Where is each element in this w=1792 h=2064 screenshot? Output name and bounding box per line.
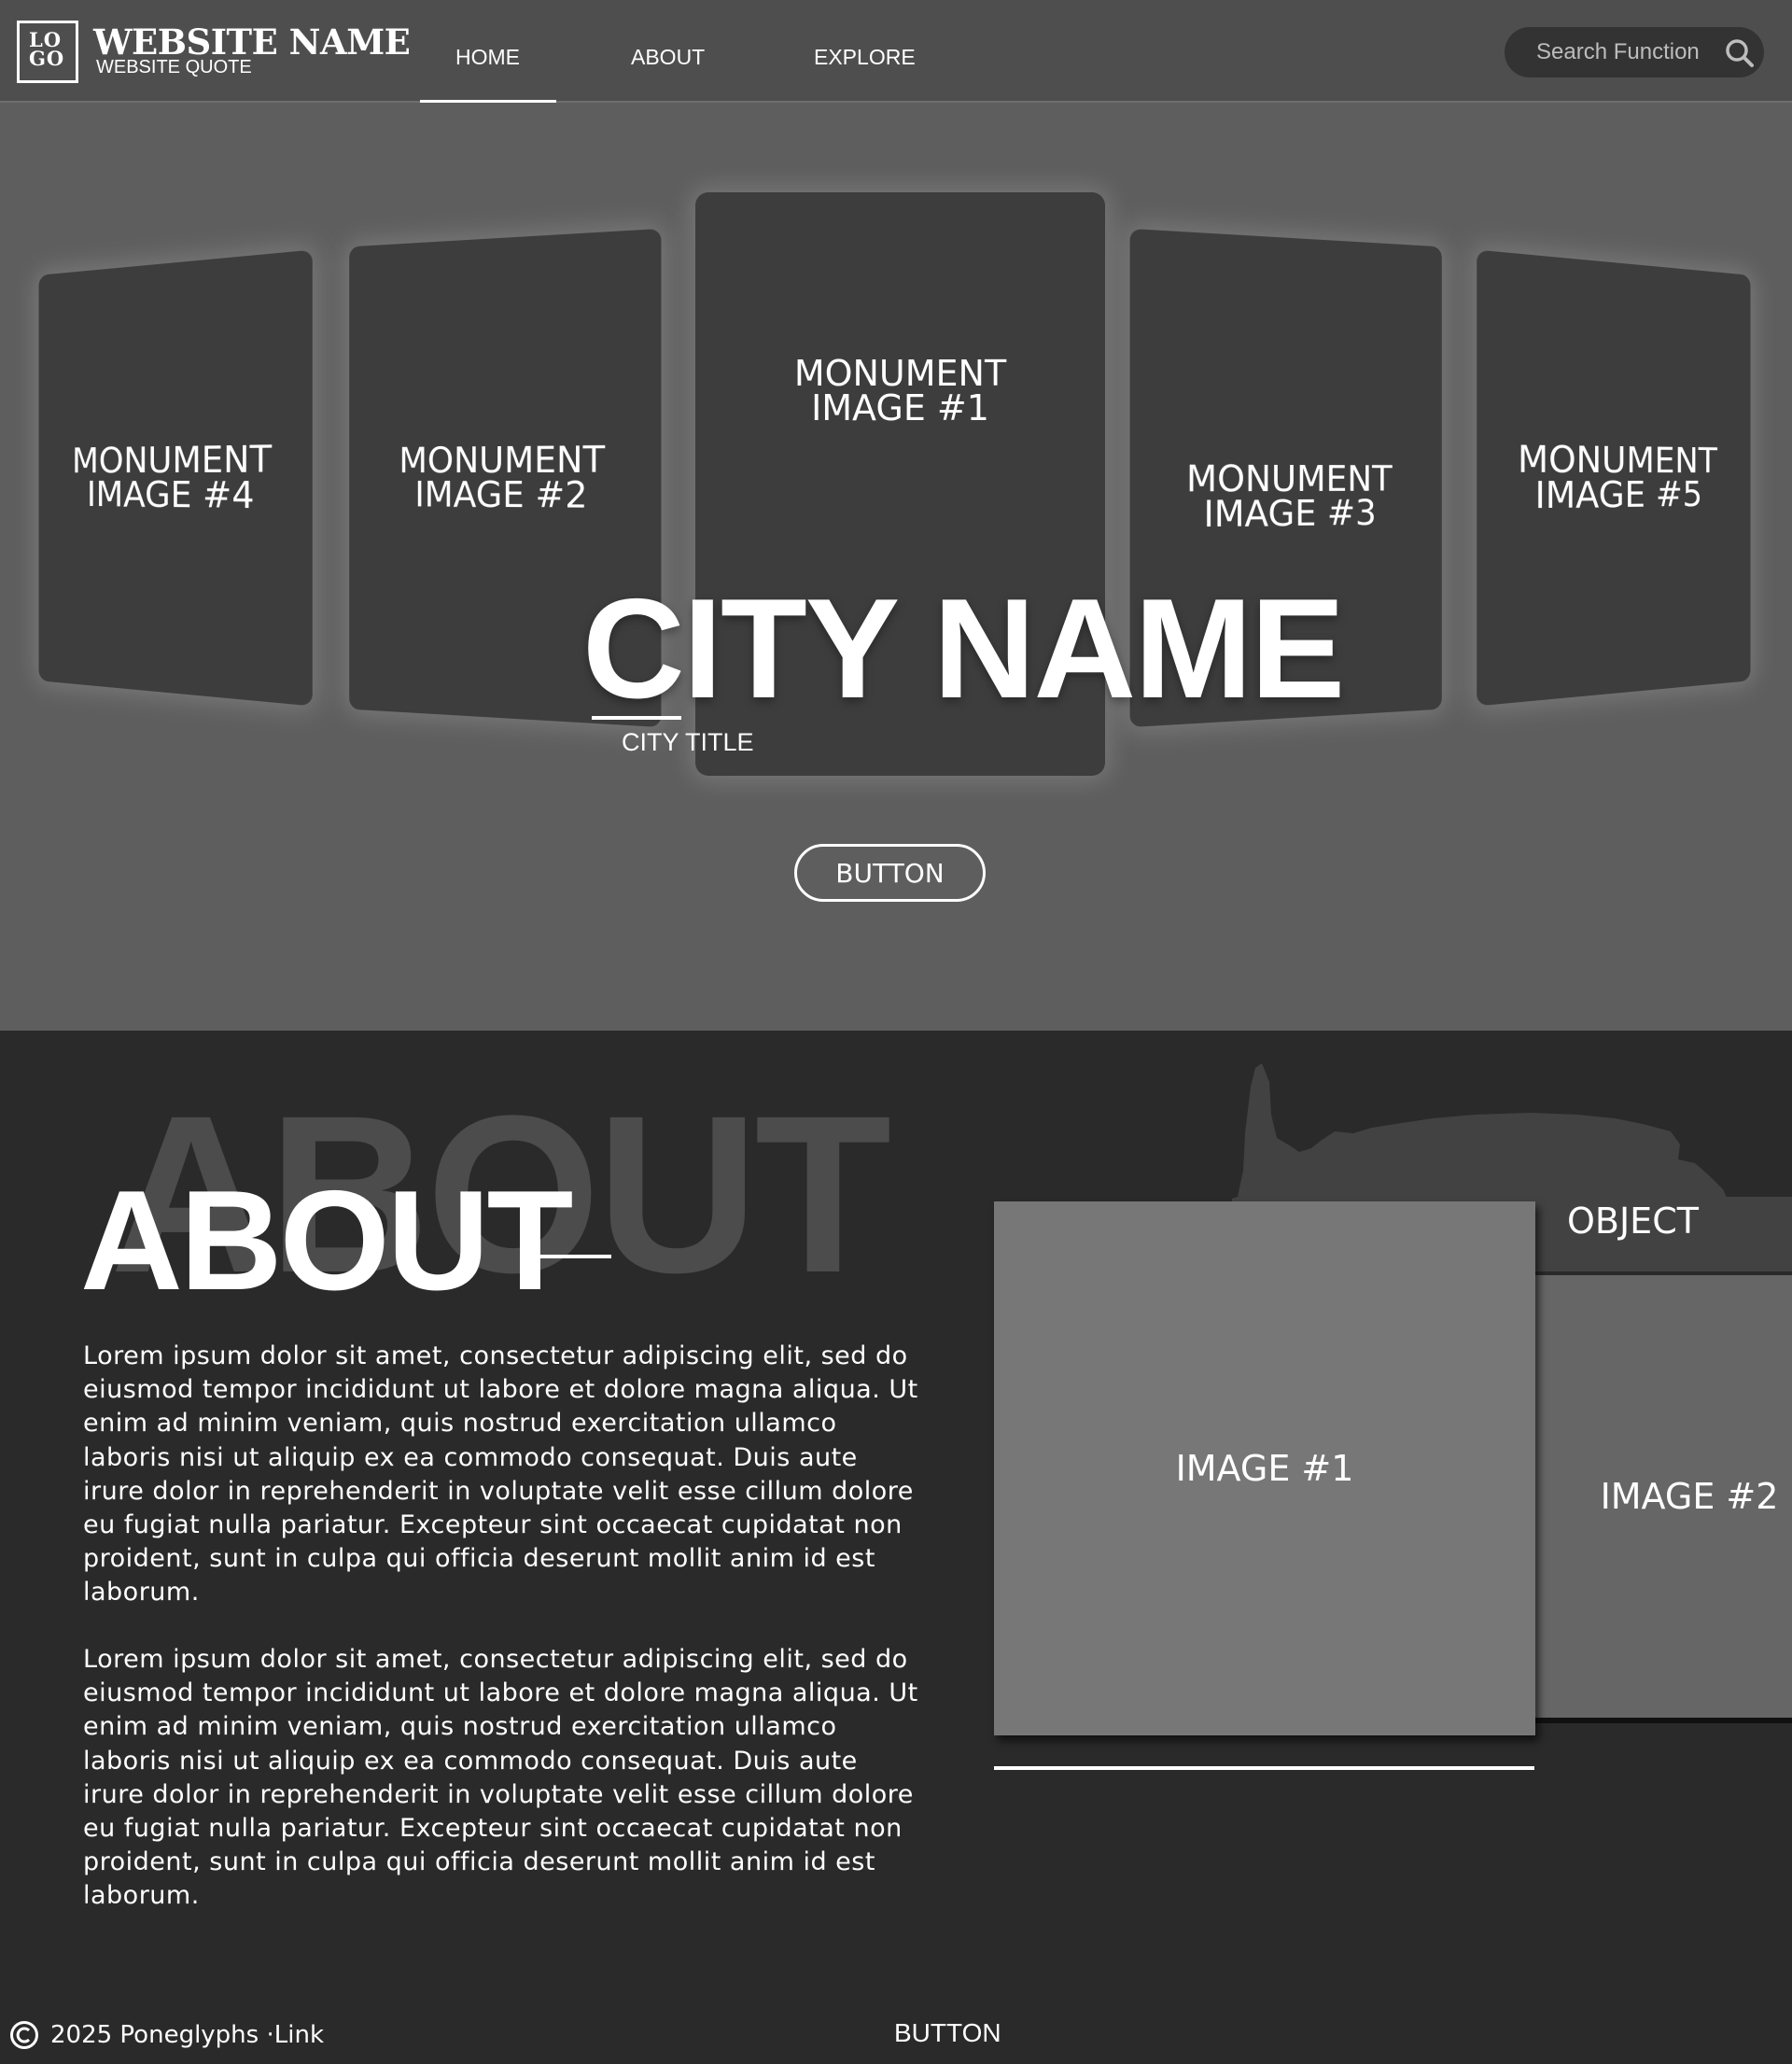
city-title: CITY TITLE <box>622 728 754 756</box>
city-name-heading: CITY NAME <box>582 569 1345 728</box>
top-nav-bar: LO GO WEBSITE NAME WEBSITE QUOTE HOME AB… <box>0 0 1792 103</box>
monument-card-4-label: MONUMENT IMAGE #4 <box>72 438 273 517</box>
about-heading-divider <box>523 1255 611 1258</box>
image-2-placeholder[interactable]: IMAGE #2 <box>1531 1275 1792 1718</box>
image-1-label: IMAGE #1 <box>1175 1448 1354 1489</box>
monument-card-5-label: MONUMENT IMAGE #5 <box>1517 438 1717 517</box>
monument-card-3-label: MONUMENT IMAGE #3 <box>1185 457 1393 536</box>
monument-card-2-label: MONUMENT IMAGE #2 <box>399 438 606 516</box>
about-paragraph-2: Lorem ipsum dolor sit amet, consectetur … <box>83 1645 918 1911</box>
about-heading: ABOUT <box>80 1161 573 1320</box>
search-bar <box>1505 27 1764 77</box>
hero-section: MONUMENT IMAGE #4 MONUMENT IMAGE #5 MONU… <box>0 103 1792 1031</box>
monument-card-4[interactable]: MONUMENT IMAGE #4 <box>38 249 313 707</box>
nav-home[interactable]: HOME <box>455 45 520 69</box>
image-underline <box>994 1766 1534 1770</box>
object-label: OBJECT <box>1567 1200 1699 1242</box>
footer-button[interactable]: BUTTON <box>894 2018 1001 2048</box>
copyright-icon <box>10 2021 38 2049</box>
nav-explore[interactable]: EXPLORE <box>814 45 916 69</box>
search-icon[interactable] <box>1725 38 1755 68</box>
copyright-text: 2025 Poneglyphs · <box>50 2021 274 2049</box>
site-logo[interactable]: LO GO <box>17 21 78 83</box>
city-title-divider <box>592 716 681 720</box>
site-quote: WEBSITE QUOTE <box>96 57 252 77</box>
footer-copyright: 2025 Poneglyphs · Link <box>9 2020 324 2050</box>
monument-card-1-label: MONUMENT IMAGE #1 <box>793 352 1007 428</box>
monument-card-5[interactable]: MONUMENT IMAGE #5 <box>1477 249 1751 707</box>
about-paragraph-1: Lorem ipsum dolor sit amet, consectetur … <box>83 1341 918 1608</box>
about-section: ABOUT ABOUT Lorem ipsum dolor sit amet, … <box>0 1031 1792 2064</box>
logo-line-2: GO <box>29 47 65 70</box>
search-input[interactable] <box>1536 38 1718 66</box>
landmark-silhouette-icon <box>1232 1063 1731 1208</box>
image-2-label: IMAGE #2 <box>1600 1476 1779 1517</box>
site-name[interactable]: WEBSITE NAME <box>93 24 411 60</box>
nav-about[interactable]: ABOUT <box>631 45 705 69</box>
footer-link[interactable]: Link <box>274 2021 324 2049</box>
image-1-placeholder[interactable]: IMAGE #1 <box>994 1201 1535 1735</box>
hero-button[interactable]: BUTTON <box>794 844 986 902</box>
